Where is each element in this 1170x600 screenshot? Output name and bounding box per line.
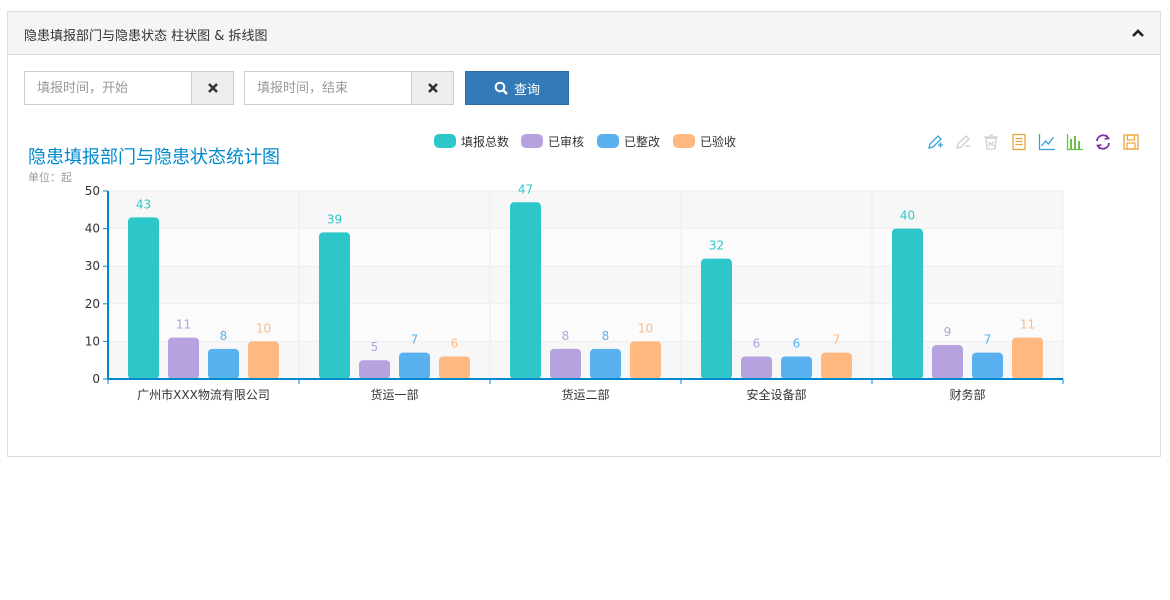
clear-start-button[interactable] [191, 72, 233, 104]
bar[interactable] [821, 352, 852, 379]
bar[interactable] [359, 360, 390, 379]
bar-value-label: 7 [833, 333, 841, 347]
bar[interactable] [741, 356, 772, 379]
bar-value-label: 10 [638, 321, 653, 335]
chart-title: 隐患填报部门与隐患状态统计图 [28, 147, 280, 168]
bar-value-label: 7 [984, 333, 992, 347]
close-icon [427, 83, 438, 93]
grid-band [108, 191, 1063, 229]
y-tick-label: 20 [85, 297, 100, 311]
end-date-input[interactable] [245, 72, 411, 104]
bar-value-label: 8 [562, 329, 570, 343]
chart-panel: 隐患填报部门与隐患状态 柱状图 & 拆线图 查询 [7, 11, 1161, 457]
bar[interactable] [932, 345, 963, 379]
bar-value-label: 40 [900, 209, 915, 223]
bar-value-label: 7 [411, 333, 419, 347]
bar-value-label: 6 [753, 336, 761, 350]
start-date-input[interactable] [25, 72, 191, 104]
bar[interactable] [248, 341, 279, 379]
bar-value-label: 6 [793, 336, 801, 350]
bar[interactable] [892, 228, 923, 379]
legend-item[interactable]: 填报总数 [434, 134, 509, 149]
bar-value-label: 5 [371, 340, 379, 354]
bar[interactable] [701, 258, 732, 379]
y-tick-label: 30 [85, 259, 100, 273]
clear-end-button[interactable] [411, 72, 453, 104]
legend-item[interactable]: 已审核 [521, 134, 584, 149]
bar-value-label: 8 [602, 329, 610, 343]
legend-label: 已验收 [700, 134, 736, 149]
panel-title: 隐患填报部门与隐患状态 柱状图 & 拆线图 [24, 29, 268, 44]
bar[interactable] [972, 352, 1003, 379]
bar-value-label: 11 [176, 318, 191, 332]
bar-value-label: 32 [709, 239, 724, 253]
bar-value-label: 10 [256, 321, 271, 335]
bar[interactable] [590, 348, 621, 379]
chart-subtitle: 单位：起 [28, 170, 72, 184]
legend-item[interactable]: 已验收 [673, 134, 736, 149]
legend-label: 已审核 [548, 134, 584, 149]
legend: 填报总数 已审核 已整改 已验收 [434, 134, 736, 149]
x-tick-label: 财务部 [949, 387, 985, 402]
legend-item[interactable]: 已整改 [597, 134, 660, 149]
y-tick-label: 40 [85, 222, 100, 236]
bar-value-label: 9 [944, 325, 952, 339]
x-tick-label: 安全设备部 [746, 387, 806, 402]
bar[interactable] [1012, 337, 1043, 379]
x-tick-label: 货运一部 [370, 387, 418, 402]
bar-value-label: 11 [1020, 318, 1035, 332]
x-tick-label: 货运二部 [561, 387, 609, 402]
bar-value-label: 6 [451, 336, 459, 350]
bar[interactable] [399, 352, 430, 379]
bar[interactable] [439, 356, 470, 379]
legend-label: 填报总数 [461, 134, 509, 149]
search-button-label: 查询 [513, 82, 540, 98]
bar[interactable] [510, 202, 541, 379]
bar-value-label: 47 [518, 182, 533, 196]
close-icon [207, 83, 218, 93]
legend-label: 已整改 [624, 134, 660, 149]
bar[interactable] [168, 337, 199, 379]
y-tick-label: 50 [85, 184, 100, 198]
chevron-up-icon[interactable] [1130, 25, 1146, 41]
bar[interactable] [208, 348, 239, 379]
bar[interactable] [319, 232, 350, 379]
bar[interactable] [128, 217, 159, 379]
bar[interactable] [550, 348, 581, 379]
bar-value-label: 43 [136, 197, 151, 211]
search-button[interactable]: 查询 [465, 71, 569, 105]
chart-canvas: 43118103957 6478 810326 6 7409711 广州市XXX物流有限… [28, 134, 1064, 402]
end-date-group [244, 71, 454, 105]
bar-value-label: 8 [220, 329, 228, 343]
bar-value-label: 39 [327, 212, 342, 226]
bar[interactable] [781, 356, 812, 379]
start-date-group [24, 71, 234, 105]
panel-header: 隐患填报部门与隐患状态 柱状图 & 拆线图 [8, 12, 1160, 55]
y-tick-label: 0 [92, 372, 100, 386]
x-tick-label: 广州市XXX物流有限公司 [137, 387, 270, 402]
search-icon [494, 81, 508, 95]
bar[interactable] [630, 341, 661, 379]
y-tick-label: 10 [85, 334, 100, 348]
